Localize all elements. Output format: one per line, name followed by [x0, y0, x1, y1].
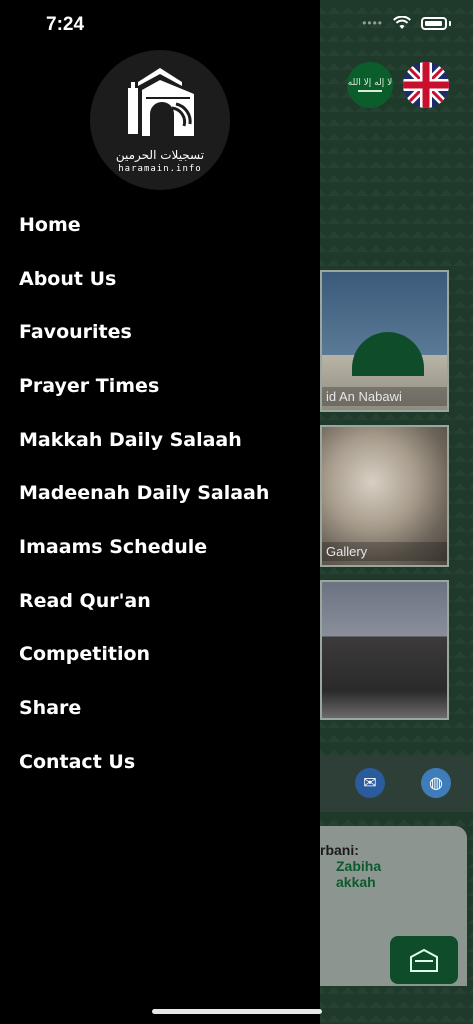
- signal-icon: ••••: [362, 16, 383, 30]
- app-logo-badge[interactable]: [390, 936, 458, 984]
- qurbani-line1: rbani:: [320, 842, 359, 858]
- green-dome-image: [352, 332, 424, 376]
- saudi-flag-text: لا إله إلا الله: [347, 78, 393, 88]
- mail-icon[interactable]: ✉: [355, 768, 385, 798]
- status-time: 7:24: [46, 14, 85, 35]
- menu-item-imaams-schedule[interactable]: Imaams Schedule: [19, 520, 309, 574]
- globe-icon[interactable]: ◍: [421, 768, 451, 798]
- tile-label: id An Nabawi: [322, 387, 447, 406]
- uk-flag-icon: [403, 62, 449, 108]
- menu-item-share[interactable]: Share: [19, 681, 309, 735]
- logo-english-text: haramain.info: [118, 164, 202, 174]
- battery-icon: [421, 16, 447, 30]
- kaaba-logo-icon: [128, 68, 194, 136]
- menu-item-favourites[interactable]: Favourites: [19, 305, 309, 359]
- qurbani-line2: Zabiha: [336, 858, 382, 874]
- home-indicator[interactable]: [152, 1009, 322, 1014]
- menu-item-about-us[interactable]: About Us: [19, 252, 309, 306]
- menu-item-home[interactable]: Home: [19, 198, 309, 252]
- menu-item-prayer-times[interactable]: Prayer Times: [19, 359, 309, 413]
- menu-item-madeenah-daily-salaah[interactable]: Madeenah Daily Salaah: [19, 466, 309, 520]
- wifi-icon: [393, 16, 411, 29]
- qurbani-line3: akkah: [336, 874, 376, 890]
- drawer-menu: Home About Us Favourites Prayer Times Ma…: [19, 198, 309, 789]
- navigation-drawer: 7:24 تسجيلات الحرمين haramain.info Home …: [0, 0, 320, 1024]
- haramain-logo[interactable]: تسجيلات الحرمين haramain.info: [90, 50, 230, 190]
- sword-icon: [358, 90, 382, 92]
- status-icons: ••••: [362, 16, 451, 30]
- kaaba-logo-icon: [410, 948, 438, 972]
- tile-masjid-an-nabawi[interactable]: id An Nabawi: [320, 270, 449, 412]
- tile-kaaba[interactable]: [320, 580, 449, 720]
- menu-item-read-quran[interactable]: Read Qur'an: [19, 574, 309, 628]
- menu-item-competition[interactable]: Competition: [19, 628, 309, 682]
- qurbani-text: rbani: Zabiha akkah: [320, 842, 470, 890]
- tile-label: Gallery: [322, 542, 447, 561]
- saudi-flag-button[interactable]: لا إله إلا الله: [347, 62, 393, 108]
- menu-item-makkah-daily-salaah[interactable]: Makkah Daily Salaah: [19, 413, 309, 467]
- tile-gallery[interactable]: Gallery: [320, 425, 449, 567]
- logo-arabic-text: تسجيلات الحرمين: [115, 148, 205, 162]
- menu-item-contact-us[interactable]: Contact Us: [19, 735, 309, 789]
- uk-flag-button[interactable]: [403, 62, 449, 108]
